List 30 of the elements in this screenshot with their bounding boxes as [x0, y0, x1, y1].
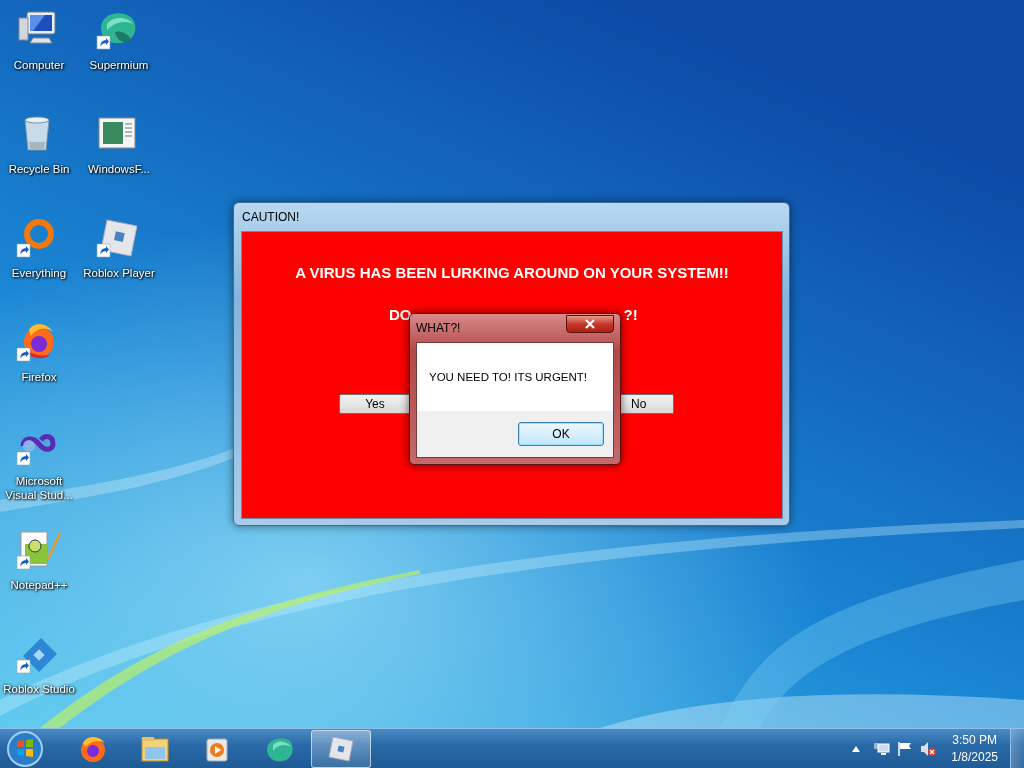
icon-label: Supermium — [89, 58, 149, 72]
window-title: CAUTION! — [241, 210, 300, 224]
clock-time: 3:50 PM — [952, 731, 997, 749]
icon-label: Microsoft Visual Stud... — [4, 474, 74, 502]
speaker-icon[interactable] — [920, 740, 937, 757]
question-text: ?! — [623, 306, 638, 324]
icon-label: Roblox Studio — [3, 682, 75, 696]
clock-date: 1/8/2025 — [951, 748, 998, 766]
icon-label: WindowsF... — [88, 162, 150, 176]
flag-icon[interactable] — [897, 740, 914, 757]
dialog-button[interactable]: No — [621, 394, 674, 414]
message-box-title: WHAT?! — [416, 321, 461, 335]
tray-arrow-icon[interactable] — [852, 745, 861, 752]
show-desktop-button[interactable] — [1010, 728, 1024, 768]
taskbar-button[interactable] — [311, 729, 371, 768]
start-button[interactable] — [5, 728, 45, 768]
icon-label: Firefox — [21, 370, 57, 384]
network-icon[interactable] — [874, 740, 891, 757]
close-button[interactable] — [566, 314, 614, 333]
warning-text: A VIRUS HAS BEEN LURKING AROUND ON YOUR SYSTEM!! — [295, 264, 729, 282]
question-text: DO — [389, 306, 412, 324]
icon-label: Notepad++ — [10, 578, 68, 592]
ok-button[interactable]: OK — [518, 422, 604, 446]
dialog-button[interactable]: Yes — [339, 394, 410, 414]
icon-label: Computer — [13, 58, 65, 72]
icon-label: Roblox Player — [83, 266, 155, 280]
close-icon — [585, 318, 595, 329]
message-text: YOU NEED TO! ITS URGENT! — [429, 371, 588, 383]
icon-label: Everything — [11, 266, 67, 280]
icon-label: Recycle Bin — [8, 162, 70, 176]
